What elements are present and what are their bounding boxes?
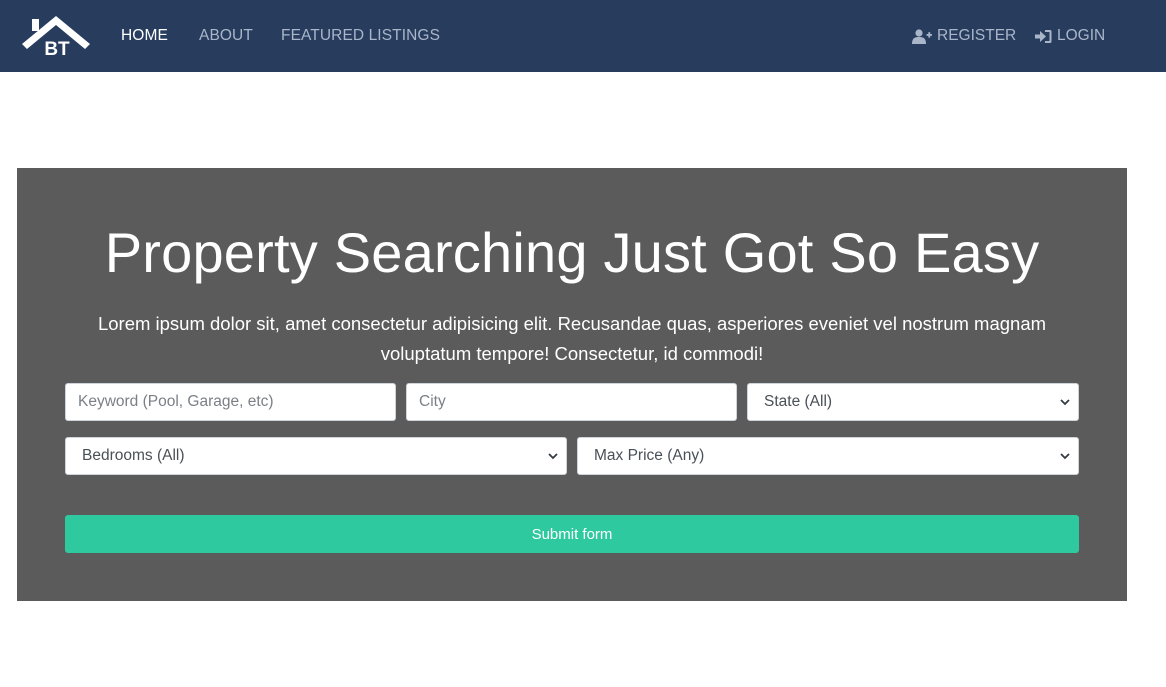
keyword-input[interactable] — [65, 383, 396, 421]
hero-description: Lorem ipsum dolor sit, amet consectetur … — [97, 313, 1047, 364]
chevron-down-icon — [548, 453, 558, 460]
submit-button[interactable]: Submit form — [65, 515, 1079, 553]
login-label: LOGIN — [1057, 27, 1106, 44]
max-price-select[interactable]: Max Price (Any) — [577, 437, 1079, 475]
state-select-value: State (All) — [764, 393, 833, 410]
page-title: Property Searching Just Got So Easy — [104, 221, 1040, 284]
bedrooms-select-value: Bedrooms (All) — [82, 447, 185, 464]
max-price-select-value: Max Price (Any) — [594, 447, 705, 464]
navbar: BT HOME ABOUT FEATURED LISTINGS REGISTER… — [0, 0, 1166, 72]
register-label: REGISTER — [937, 27, 1017, 44]
user-plus-icon — [912, 28, 932, 44]
city-input[interactable] — [406, 383, 737, 421]
nav-about-link[interactable]: ABOUT — [199, 27, 253, 45]
chevron-down-icon — [1060, 453, 1070, 460]
bedrooms-select[interactable]: Bedrooms (All) — [65, 437, 567, 475]
state-select[interactable]: State (All) — [747, 383, 1079, 421]
chevron-down-icon — [1060, 399, 1070, 406]
register-link[interactable]: REGISTER — [912, 27, 1016, 45]
logo-text: BT — [44, 39, 70, 60]
nav-featured-listings-link[interactable]: FEATURED LISTINGS — [281, 27, 440, 45]
sign-in-icon — [1035, 29, 1052, 43]
search-showcase: Property Searching Just Got So Easy Lore… — [17, 168, 1127, 601]
logo-icon[interactable]: BT — [18, 14, 94, 60]
nav-home-link[interactable]: HOME — [121, 27, 168, 45]
login-link[interactable]: LOGIN — [1035, 27, 1105, 45]
